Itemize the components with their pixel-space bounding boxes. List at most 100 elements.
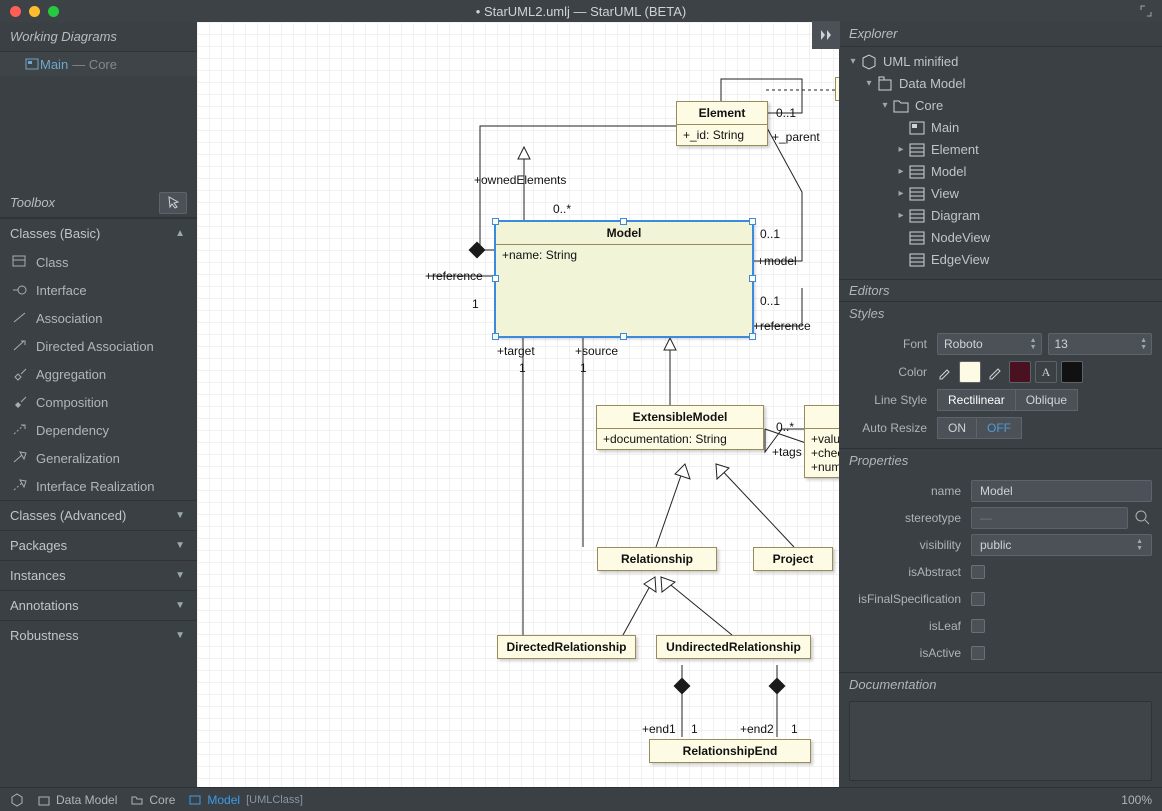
uml-class-relationship[interactable]: Relationship	[597, 547, 717, 571]
breadcrumb-data-model[interactable]: Data Model	[38, 793, 117, 807]
assoc-label: +reference	[753, 319, 811, 333]
breadcrumb-core[interactable]: Core	[131, 793, 175, 807]
properties-header: Properties	[839, 448, 1162, 471]
prop-isleaf-label: isLeaf	[849, 619, 961, 633]
toolbox-group-annotations[interactable]: Annotations▼	[0, 590, 197, 620]
working-diagram-suffix: — Core	[72, 57, 117, 72]
pencil-icon[interactable]	[987, 363, 1005, 381]
tree-item-edgeview[interactable]: EdgeView	[847, 249, 1162, 271]
linestyle-oblique-button[interactable]: Oblique	[1016, 389, 1078, 411]
explorer-header: Explorer	[839, 22, 1162, 47]
interface-icon	[12, 282, 28, 298]
toolbox-group-advanced[interactable]: Classes (Advanced)▼	[0, 500, 197, 530]
window-title: • StarUML2.umlj — StarUML (BETA)	[0, 4, 1162, 19]
multiplicity: 1	[580, 361, 587, 375]
prop-isfinal-label: isFinalSpecification	[849, 592, 961, 606]
tool-class[interactable]: Class	[0, 248, 197, 276]
working-diagram-main[interactable]: Main — Core	[0, 52, 197, 76]
tree-item-nodeview[interactable]: NodeView	[847, 227, 1162, 249]
prop-name-label: name	[849, 484, 961, 498]
prop-isactive-checkbox[interactable]	[971, 646, 985, 660]
prop-isabstract-checkbox[interactable]	[971, 565, 985, 579]
tool-composition[interactable]: Composition	[0, 388, 197, 416]
assoc-label: +source	[575, 344, 618, 358]
uml-note[interactable]: _parent should refer to the El	[835, 77, 839, 101]
autoresize-off-button[interactable]: OFF	[977, 417, 1022, 439]
uml-class-directedrelationship[interactable]: DirectedRelationship	[497, 635, 636, 659]
uml-class-relationshipend[interactable]: RelationshipEnd	[649, 739, 811, 763]
uml-class-undirectedrelationship[interactable]: UndirectedRelationship	[656, 635, 811, 659]
working-diagrams-header: Working Diagrams	[0, 22, 197, 52]
assoc-label: +end2	[740, 722, 774, 736]
tool-aggregation[interactable]: Aggregation	[0, 360, 197, 388]
cursor-icon	[167, 196, 179, 210]
collapse-icon	[818, 27, 834, 43]
prop-isabstract-label: isAbstract	[849, 565, 961, 579]
prop-name-input[interactable]: Model	[971, 480, 1152, 502]
tree-item-data-model[interactable]: ▾Data Model	[847, 73, 1162, 95]
tool-directed-association[interactable]: Directed Association	[0, 332, 197, 360]
styles-header: Styles	[839, 301, 1162, 324]
assoc-label: +model	[757, 254, 797, 268]
font-family-select[interactable]: Roboto▲▼	[937, 333, 1042, 355]
project-icon	[10, 793, 24, 807]
tree-item-model[interactable]: ▸Model	[847, 161, 1162, 183]
composition-icon	[12, 394, 28, 410]
toolbox-group-basic[interactable]: Classes (Basic)▲	[0, 218, 197, 248]
collapse-right-button[interactable]	[812, 21, 840, 49]
search-icon[interactable]	[1134, 509, 1152, 527]
tool-association[interactable]: Association	[0, 304, 197, 332]
fullscreen-icon[interactable]	[1140, 5, 1152, 17]
breadcrumb-model[interactable]: Model[UMLClass]	[189, 793, 303, 807]
class-icon	[189, 794, 201, 806]
text-color-button[interactable]: A	[1035, 361, 1057, 383]
multiplicity: 0..*	[553, 202, 571, 216]
font-size-select[interactable]: 13▲▼	[1048, 333, 1153, 355]
tool-generalization[interactable]: Generalization	[0, 444, 197, 472]
association-icon	[12, 310, 28, 326]
prop-stereotype-input[interactable]: —	[971, 507, 1128, 529]
editors-header: Editors	[839, 279, 1162, 302]
documentation-textarea[interactable]	[849, 701, 1152, 781]
select-tool-button[interactable]	[159, 192, 187, 214]
uml-class-extensiblemodel[interactable]: ExtensibleModel +documentation: String	[596, 405, 764, 450]
tree-item-element[interactable]: ▸Element	[847, 139, 1162, 161]
tree-item-main[interactable]: Main	[847, 117, 1162, 139]
tree-item-core[interactable]: ▾Core	[847, 95, 1162, 117]
folder-icon	[131, 794, 143, 806]
prop-isfinal-checkbox[interactable]	[971, 592, 985, 606]
tree-item-diagram[interactable]: ▸Diagram	[847, 205, 1162, 227]
explorer-tree[interactable]: ▾UML minified▾Data Model▾CoreMain▸Elemen…	[839, 47, 1162, 279]
fill-color-swatch[interactable]	[959, 361, 981, 383]
toolbox-group-instances[interactable]: Instances▼	[0, 560, 197, 590]
prop-isleaf-checkbox[interactable]	[971, 619, 985, 633]
canvas[interactable]: +ownedElements 0..* 0..1 +_parent 0..1 +…	[197, 22, 839, 787]
zoom-level[interactable]: 100%	[1121, 793, 1152, 807]
eyedropper-icon[interactable]	[937, 363, 955, 381]
uml-class-tag[interactable]: Tag +value: String +checked: Boolean +nu…	[804, 405, 839, 478]
realization-icon	[12, 478, 28, 494]
tree-item-uml-minified[interactable]: ▾UML minified	[847, 51, 1162, 73]
autoresize-on-button[interactable]: ON	[937, 417, 977, 439]
right-sidebar: Explorer ▾UML minified▾Data Model▾CoreMa…	[839, 22, 1162, 787]
prop-visibility-select[interactable]: public▲▼	[971, 534, 1152, 556]
assoc-label: +end1	[642, 722, 676, 736]
aggregation-icon	[12, 366, 28, 382]
toolbox-group-packages[interactable]: Packages▼	[0, 530, 197, 560]
uml-class-project[interactable]: Project	[753, 547, 833, 571]
text-color-swatch[interactable]	[1061, 361, 1083, 383]
tool-interface-realization[interactable]: Interface Realization	[0, 472, 197, 500]
uml-class-element[interactable]: Element +_id: String	[676, 101, 768, 146]
tree-item-view[interactable]: ▸View	[847, 183, 1162, 205]
toolbox-basic-list: Class Interface Association Directed Ass…	[0, 248, 197, 500]
uml-class-model[interactable]: Model +name: String	[495, 221, 753, 337]
line-color-swatch[interactable]	[1009, 361, 1031, 383]
toolbox-group-robustness[interactable]: Robustness▼	[0, 620, 197, 650]
canvas-area[interactable]: +ownedElements 0..* 0..1 +_parent 0..1 +…	[197, 22, 839, 787]
titlebar: • StarUML2.umlj — StarUML (BETA)	[0, 0, 1162, 22]
tool-dependency[interactable]: Dependency	[0, 416, 197, 444]
model-icon	[38, 794, 50, 806]
linestyle-rectilinear-button[interactable]: Rectilinear	[937, 389, 1016, 411]
documentation-header: Documentation	[839, 672, 1162, 695]
tool-interface[interactable]: Interface	[0, 276, 197, 304]
